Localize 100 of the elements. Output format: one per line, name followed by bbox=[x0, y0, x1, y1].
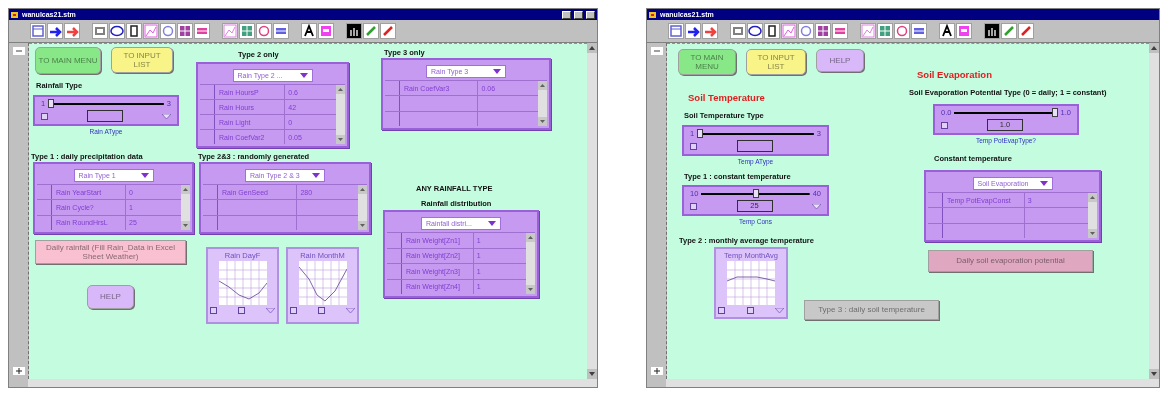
line-chart-icon[interactable] bbox=[860, 23, 876, 39]
rectangle-icon[interactable] bbox=[764, 23, 780, 39]
square-icon[interactable] bbox=[318, 307, 325, 314]
slider-thumb[interactable] bbox=[1051, 108, 1058, 117]
bar-icon[interactable] bbox=[832, 23, 848, 39]
value-field[interactable] bbox=[87, 110, 123, 122]
caret-icon bbox=[488, 220, 496, 226]
scroll-up-icon[interactable] bbox=[587, 43, 597, 53]
scroll-up-icon[interactable] bbox=[181, 185, 190, 194]
scroll-up-icon[interactable] bbox=[336, 85, 345, 94]
action-button[interactable]: Type 3 : daily soil temperature bbox=[804, 300, 939, 320]
bar-icon[interactable] bbox=[911, 23, 927, 39]
action-button[interactable]: Daily rainfall (Fill Rain_Data in Excel Sheet Weather) bbox=[35, 240, 186, 264]
square-icon[interactable] bbox=[41, 112, 48, 120]
line-graph-drawing[interactable] bbox=[218, 261, 267, 305]
right-arrow-icon[interactable] bbox=[64, 23, 80, 39]
bar-icon[interactable] bbox=[273, 23, 289, 39]
grid-icon[interactable] bbox=[177, 23, 193, 39]
square-icon[interactable] bbox=[718, 307, 725, 314]
nav-button[interactable]: HELP bbox=[87, 285, 134, 309]
scroll-up-icon[interactable] bbox=[526, 233, 535, 242]
vertical-scrollbar[interactable] bbox=[538, 80, 547, 126]
triangle-icon[interactable] bbox=[775, 308, 784, 313]
line-graph-drawing[interactable] bbox=[298, 261, 347, 305]
triangle-icon[interactable] bbox=[346, 308, 355, 313]
rectangle-icon[interactable] bbox=[126, 23, 142, 39]
caret-icon bbox=[140, 172, 149, 178]
caret-icon bbox=[299, 72, 308, 78]
scroll-up-icon[interactable] bbox=[1149, 43, 1159, 53]
caret-icon bbox=[312, 172, 320, 178]
vertical-scrollbar[interactable] bbox=[181, 184, 190, 230]
slider-thumb[interactable] bbox=[697, 129, 704, 138]
action-button[interactable]: Daily soil evaporation potential bbox=[928, 250, 1093, 272]
triangle-icon[interactable] bbox=[812, 203, 821, 209]
window-icon[interactable] bbox=[30, 23, 46, 39]
slider-track[interactable] bbox=[697, 129, 814, 138]
square-icon[interactable] bbox=[690, 202, 697, 210]
slider-thumb[interactable] bbox=[752, 189, 759, 198]
close-button[interactable] bbox=[586, 10, 595, 19]
scroll-up-icon[interactable] bbox=[358, 185, 367, 194]
value-field[interactable] bbox=[736, 140, 773, 152]
right-arrow-icon[interactable] bbox=[702, 23, 718, 39]
nav-button[interactable]: HELP bbox=[816, 49, 864, 72]
vertical-scrollbar[interactable] bbox=[336, 84, 345, 144]
scroll-down-icon[interactable] bbox=[1149, 369, 1159, 379]
scroll-down-icon[interactable] bbox=[336, 135, 345, 144]
vertical-scrollbar[interactable] bbox=[1088, 192, 1097, 238]
grid-icon[interactable] bbox=[239, 23, 255, 39]
slider-thumb[interactable] bbox=[48, 99, 55, 108]
scroll-down-icon[interactable] bbox=[538, 117, 547, 126]
pencil-icon[interactable] bbox=[380, 23, 396, 39]
horizontal-scrollbar[interactable] bbox=[28, 379, 597, 387]
circle-icon[interactable] bbox=[256, 23, 272, 39]
square-icon[interactable] bbox=[210, 307, 217, 314]
ellipse-icon[interactable] bbox=[109, 23, 125, 39]
scroll-down-icon[interactable] bbox=[526, 285, 535, 294]
nav-button[interactable]: TO MAIN MENU bbox=[678, 49, 736, 75]
scroll-up-icon[interactable] bbox=[538, 81, 547, 90]
vertical-scrollbar[interactable] bbox=[1149, 43, 1159, 379]
right-arrow-icon[interactable] bbox=[47, 23, 63, 39]
minimize-button[interactable] bbox=[562, 10, 571, 19]
app-icon bbox=[11, 10, 19, 19]
grid-icon[interactable] bbox=[815, 23, 831, 39]
horizontal-scrollbar[interactable] bbox=[666, 379, 1159, 387]
vertical-scrollbar[interactable] bbox=[587, 43, 597, 379]
vertical-scrollbar[interactable] bbox=[526, 232, 535, 294]
window-icon[interactable] bbox=[668, 23, 684, 39]
vertical-scrollbar[interactable] bbox=[358, 184, 367, 230]
bar-icon[interactable] bbox=[194, 23, 210, 39]
app-icon bbox=[649, 10, 657, 19]
circle-icon[interactable] bbox=[894, 23, 910, 39]
slider-track[interactable] bbox=[48, 99, 164, 108]
scroll-down-icon[interactable] bbox=[587, 369, 597, 379]
nav-button[interactable]: TO INPUT LIST bbox=[746, 49, 806, 75]
circle-icon[interactable] bbox=[160, 23, 176, 39]
caret-icon bbox=[1039, 180, 1048, 186]
line-chart-icon[interactable] bbox=[222, 23, 238, 39]
section-heading: Soil Temperature bbox=[688, 92, 765, 103]
square-icon[interactable] bbox=[238, 307, 245, 314]
grid-icon[interactable] bbox=[877, 23, 893, 39]
scroll-down-icon[interactable] bbox=[1088, 229, 1097, 238]
pencil-icon[interactable] bbox=[1018, 23, 1034, 39]
right-arrow-icon[interactable] bbox=[685, 23, 701, 39]
triangle-icon[interactable] bbox=[266, 308, 275, 313]
scroll-down-icon[interactable] bbox=[181, 221, 190, 230]
square-icon[interactable] bbox=[690, 142, 697, 150]
circle-icon[interactable] bbox=[798, 23, 814, 39]
section-heading: Soil Evaporation bbox=[917, 69, 992, 80]
nav-button[interactable]: TO INPUT LIST bbox=[111, 47, 173, 73]
triangle-icon[interactable] bbox=[162, 113, 171, 119]
nav-button[interactable]: TO MAIN MENU bbox=[35, 47, 101, 74]
scroll-up-icon[interactable] bbox=[1088, 193, 1097, 202]
slider-track[interactable] bbox=[954, 108, 1058, 117]
caret-icon bbox=[493, 68, 501, 74]
square-icon[interactable] bbox=[746, 307, 754, 314]
maximize-button[interactable] bbox=[574, 10, 583, 19]
ellipse-icon[interactable] bbox=[747, 23, 763, 39]
scroll-down-icon[interactable] bbox=[358, 221, 367, 230]
square-icon[interactable] bbox=[941, 121, 948, 129]
square-icon[interactable] bbox=[290, 307, 297, 314]
